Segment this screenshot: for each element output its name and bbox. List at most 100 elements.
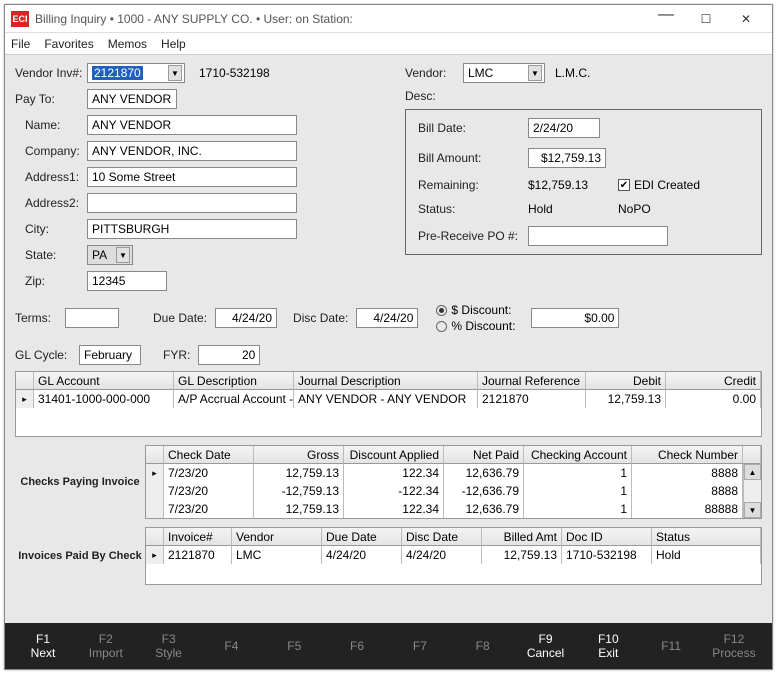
fkey-f12: F12Process [710, 632, 758, 661]
fkey-f8: F8 [459, 639, 507, 653]
col-gl-account[interactable]: GL Account [34, 372, 174, 390]
edi-label: EDI Created [634, 178, 700, 192]
invoice-row[interactable]: ▸ 2121870 LMC 4/24/20 4/24/20 12,759.13 … [146, 546, 761, 564]
close-button[interactable]: ✕ [726, 5, 766, 33]
scroll-down-icon[interactable]: ▼ [744, 502, 761, 518]
duedate-label: Due Date: [153, 311, 207, 325]
terms-input[interactable] [65, 308, 119, 328]
window-title: Billing Inquiry • 1000 - ANY SUPPLY CO. … [35, 12, 646, 26]
city-input[interactable] [87, 219, 297, 239]
checks-scrollbar[interactable]: ▲▼ [743, 464, 761, 518]
fkey-f10[interactable]: F10Exit [584, 632, 632, 661]
addr1-label: Address1: [25, 170, 87, 184]
company-label: Company: [25, 144, 87, 158]
menubar: File Favorites Memos Help [5, 33, 772, 55]
fkey-bar: F1Next F2Import F3Style F4 F5 F6 F7 F8 F9Cancel F… [5, 623, 772, 669]
col-gl-desc[interactable]: GL Description [174, 372, 294, 390]
fyr-label: FYR: [163, 348, 190, 362]
status-value2: NoPO [618, 202, 651, 216]
col-credit[interactable]: Credit [666, 372, 761, 390]
prepo-input[interactable] [528, 226, 668, 246]
vendor-label: Vendor: [405, 66, 463, 80]
gl-row[interactable]: ▸ 31401-1000-000-000 A/P Accrual Account… [16, 390, 761, 408]
fkey-f9[interactable]: F9Cancel [522, 632, 570, 661]
checks-grid[interactable]: Check Date Gross Discount Applied Net Pa… [145, 445, 762, 519]
addr2-input[interactable] [87, 193, 297, 213]
name-input[interactable] [87, 115, 297, 135]
status-label: Status: [418, 202, 528, 216]
desc-label: Desc: [405, 89, 463, 103]
check-row[interactable]: 7/23/2012,759.13122.3412,636.79188888 [146, 500, 743, 518]
maximize-button[interactable]: ☐ [686, 5, 726, 33]
city-label: City: [25, 222, 87, 236]
vendor-inv-value: 2121870 [92, 66, 143, 80]
chevron-down-icon[interactable]: ▼ [528, 65, 542, 81]
fyr-input[interactable] [198, 345, 260, 365]
remaining-value: $12,759.13 [528, 178, 618, 192]
billamt-input[interactable] [528, 148, 606, 168]
app-logo: ECI [11, 11, 29, 27]
prepo-label: Pre-Receive PO #: [418, 229, 528, 243]
payto-label: Pay To: [15, 92, 87, 106]
state-value: PA [92, 248, 107, 262]
state-label: State: [25, 248, 87, 262]
billamt-label: Bill Amount: [418, 151, 528, 165]
discdate-label: Disc Date: [293, 311, 348, 325]
vendor-inv-label: Vendor Inv#: [15, 66, 87, 80]
invoices-grid[interactable]: Invoice# Vendor Due Date Disc Date Bille… [145, 527, 762, 585]
vendor-combo[interactable]: LMC ▼ [463, 63, 545, 83]
discount-value-input[interactable] [531, 308, 619, 328]
chevron-down-icon[interactable]: ▼ [168, 65, 182, 81]
app-window: ECI Billing Inquiry • 1000 - ANY SUPPLY … [4, 4, 773, 670]
vendor-inv-combo[interactable]: 2121870 ▼ [87, 63, 185, 83]
remaining-label: Remaining: [418, 178, 528, 192]
name-label: Name: [25, 118, 87, 132]
fkey-f4: F4 [207, 639, 255, 653]
check-row[interactable]: ▸7/23/2012,759.13122.3412,636.7918888 [146, 464, 743, 482]
menu-memos[interactable]: Memos [108, 37, 147, 51]
state-combo[interactable]: PA ▼ [87, 245, 133, 265]
titlebar: ECI Billing Inquiry • 1000 - ANY SUPPLY … [5, 5, 772, 33]
discdate-input[interactable] [356, 308, 418, 328]
vendor-code: LMC [468, 66, 493, 80]
gl-grid[interactable]: GL Account GL Description Journal Descri… [15, 371, 762, 437]
scroll-up-icon[interactable]: ▲ [744, 464, 761, 480]
addr2-label: Address2: [25, 196, 87, 210]
zip-label: Zip: [25, 274, 87, 288]
duedate-input[interactable] [215, 308, 277, 328]
radio-dollar-discount[interactable]: $ Discount: [436, 303, 515, 317]
menu-file[interactable]: File [11, 37, 30, 51]
col-journal-ref[interactable]: Journal Reference [478, 372, 586, 390]
fkey-f5: F5 [270, 639, 318, 653]
billdate-label: Bill Date: [418, 121, 528, 135]
minimize-button[interactable]: — [646, 5, 686, 33]
terms-label: Terms: [15, 311, 57, 325]
vendor-name: L.M.C. [555, 66, 590, 80]
addr1-input[interactable] [87, 167, 297, 187]
zip-input[interactable] [87, 271, 167, 291]
status-value: Hold [528, 202, 618, 216]
menu-help[interactable]: Help [161, 37, 186, 51]
billdate-input[interactable] [528, 118, 600, 138]
fkey-f3: F3Style [145, 632, 193, 661]
edi-checkbox[interactable]: ✔ [618, 179, 630, 191]
glcycle-input[interactable] [79, 345, 141, 365]
radio-pct-discount[interactable]: % Discount: [436, 319, 515, 333]
payto-input[interactable] [87, 89, 177, 109]
vendor-inv-suffix: 1710-532198 [199, 66, 270, 80]
bill-box: Bill Date: Bill Amount: Remaining: $12,7… [405, 109, 762, 255]
glcycle-label: GL Cycle: [15, 348, 71, 362]
company-input[interactable] [87, 141, 297, 161]
menu-favorites[interactable]: Favorites [44, 37, 93, 51]
fkey-f7: F7 [396, 639, 444, 653]
fkey-f1[interactable]: F1Next [19, 632, 67, 661]
col-journal-desc[interactable]: Journal Description [294, 372, 478, 390]
fkey-f2: F2Import [82, 632, 130, 661]
checks-paying-label: Checks Paying Invoice [15, 445, 145, 519]
chevron-down-icon[interactable]: ▼ [116, 247, 130, 263]
fkey-f6: F6 [333, 639, 381, 653]
client-area: Vendor Inv#: 2121870 ▼ 1710-532198 Pay T… [5, 55, 772, 623]
invoices-paid-label: Invoices Paid By Check [15, 527, 145, 585]
col-debit[interactable]: Debit [586, 372, 666, 390]
check-row[interactable]: 7/23/20-12,759.13-122.34-12,636.7918888 [146, 482, 743, 500]
